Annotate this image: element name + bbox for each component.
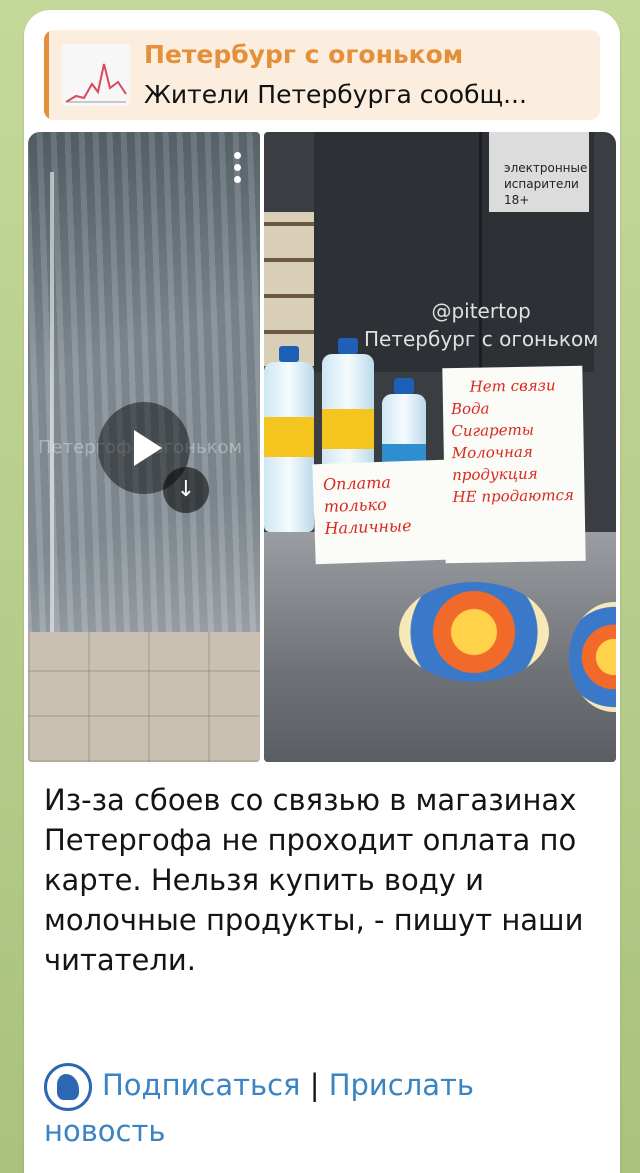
more-vertical-icon[interactable]: [234, 152, 244, 188]
message-bubble: Петербург с огоньком Жители Петербурга с…: [24, 10, 620, 1173]
photo-watermark: @pitertop Петербург с огоньком: [364, 299, 599, 351]
video-preview[interactable]: Петергоф с огоньком ↓: [28, 132, 260, 762]
photo-preview[interactable]: электронные испарители 18+ Нет связи Вод…: [264, 132, 616, 762]
subscribe-link[interactable]: Подписаться: [102, 1068, 301, 1102]
reply-snippet: Жители Петербурга сообщ...: [144, 80, 527, 109]
reply-preview[interactable]: Петербург с огоньком Жители Петербурга с…: [44, 30, 600, 120]
message-footer: Подписаться | Прислать новость: [44, 1063, 604, 1151]
video-frame-floor: [28, 632, 260, 762]
water-bottle: [264, 346, 314, 532]
reply-channel-name: Петербург с огоньком: [144, 40, 464, 69]
message-text: Из-за сбоев со связью в магазинах Петерг…: [44, 783, 584, 977]
no-connection-sign: Нет связи Вода Сигареты Молочная продукц…: [442, 365, 586, 564]
promo-sticker: [399, 582, 549, 682]
cash-only-sign: Оплата только Наличные: [312, 459, 448, 565]
channel-logo-icon[interactable]: [44, 1063, 92, 1111]
download-icon[interactable]: ↓: [163, 467, 209, 513]
cabinet-label: электронные испарители 18+: [504, 161, 588, 207]
reply-accent-bar: [44, 30, 49, 120]
reply-thumbnail: [62, 44, 130, 106]
footer-separator: |: [309, 1068, 320, 1102]
